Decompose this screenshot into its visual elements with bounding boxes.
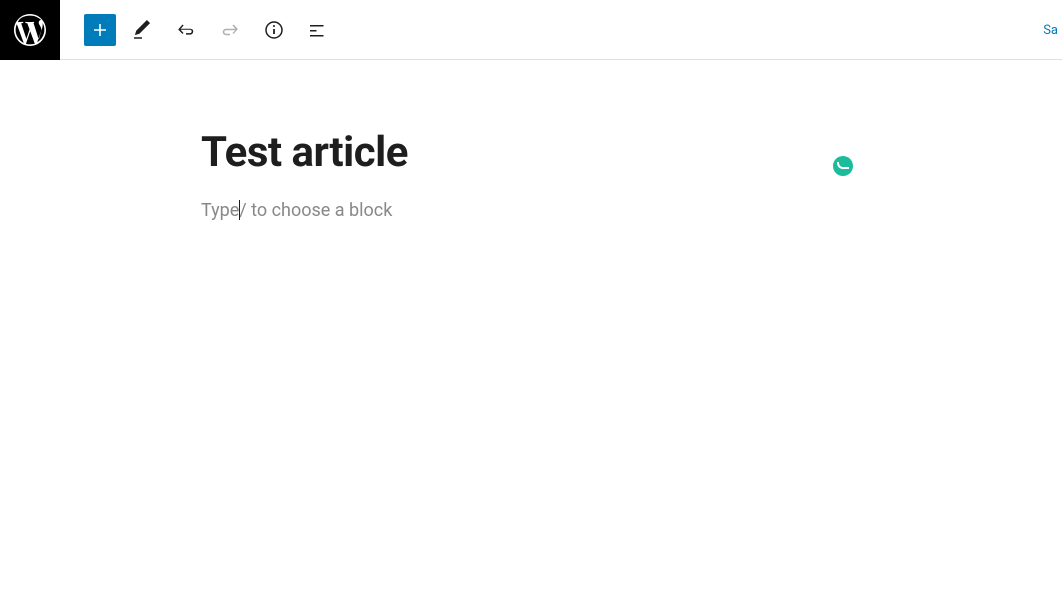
- editor-area: Test article Type/ to choose a block: [0, 60, 1062, 222]
- editor-header: Sa: [0, 0, 1062, 60]
- text-cursor: [239, 200, 240, 220]
- header-right: Sa: [1043, 0, 1062, 60]
- add-block-button[interactable]: [84, 14, 116, 46]
- placeholder-text-after: / to choose a block: [239, 200, 392, 221]
- placeholder-text-before: Type: [201, 200, 239, 221]
- wordpress-logo[interactable]: [0, 0, 60, 60]
- wordpress-icon: [14, 14, 46, 46]
- redo-icon: [218, 18, 242, 42]
- outline-button[interactable]: [300, 12, 336, 48]
- plus-icon: [88, 18, 112, 42]
- tools-button[interactable]: [124, 12, 160, 48]
- editor-content: Test article Type/ to choose a block: [201, 128, 861, 222]
- readability-badge-icon[interactable]: [833, 156, 853, 176]
- info-icon: [262, 18, 286, 42]
- undo-button[interactable]: [168, 12, 204, 48]
- pencil-icon: [130, 18, 154, 42]
- redo-button: [212, 12, 248, 48]
- block-placeholder[interactable]: Type/ to choose a block: [201, 200, 861, 221]
- post-title[interactable]: Test article: [201, 128, 861, 178]
- details-button[interactable]: [256, 12, 292, 48]
- undo-icon: [174, 18, 198, 42]
- editor-toolbar: [60, 12, 336, 48]
- save-draft-link[interactable]: Sa: [1043, 23, 1058, 38]
- list-icon: [306, 18, 330, 42]
